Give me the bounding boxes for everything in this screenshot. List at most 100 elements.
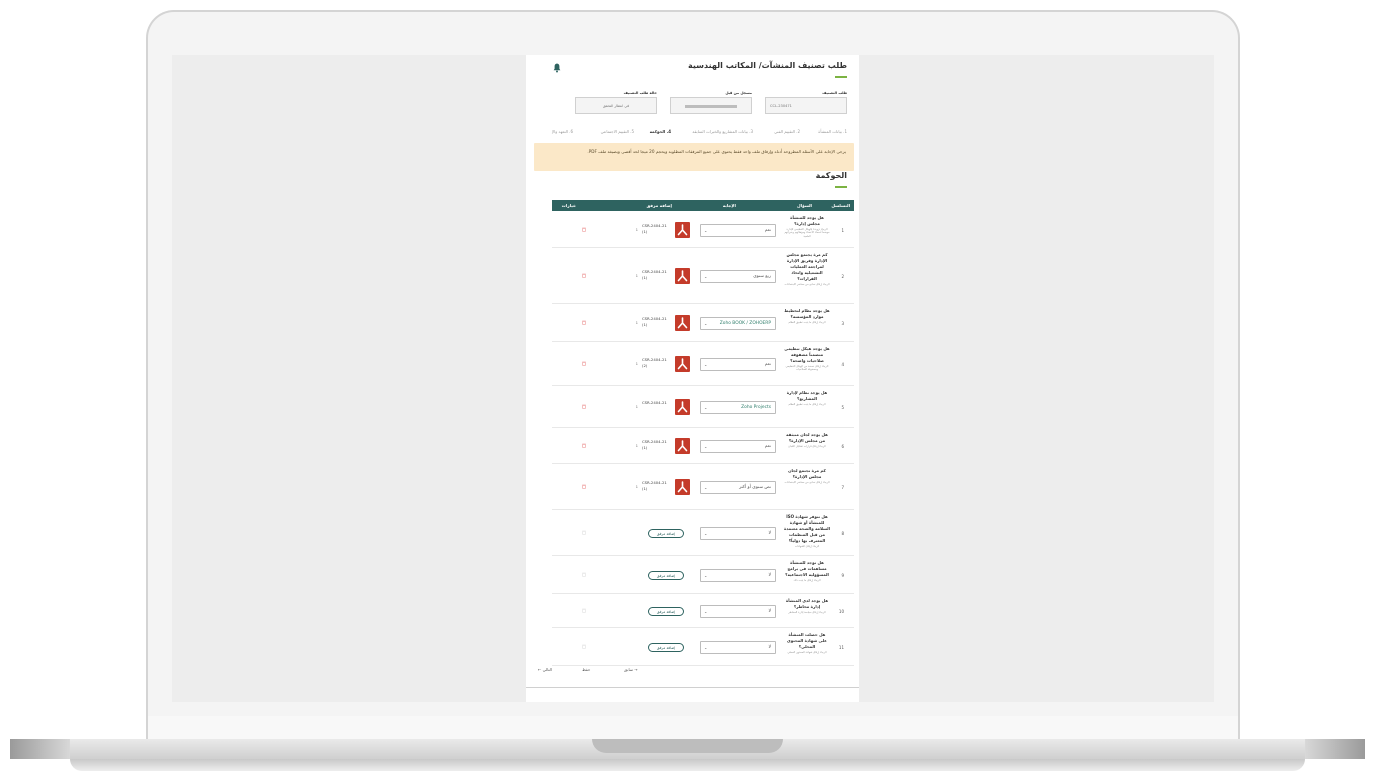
prev-button[interactable]: → سابق (624, 667, 638, 672)
add-attachment-button[interactable]: إضافة مرفق (648, 607, 684, 616)
pdf-icon[interactable] (675, 268, 690, 284)
question-title: هل يوجد لدى المنشأة إدارة مخاطر؟ (785, 598, 829, 609)
question-title: كم مرة يجتمع مجلس الإدارة وفريق الإدارة … (786, 252, 828, 281)
row-sequence: 2 (841, 274, 844, 279)
tab-step-5[interactable]: 5. التقييم الاجتماعي (601, 129, 634, 134)
question-title: كم مرة تجتمع لجان مجلس الإدارة؟ (788, 468, 826, 479)
chevron-down-icon: ⌄ (704, 405, 708, 410)
form-footer: → سابق حفظ التالي ← (538, 666, 648, 676)
question-title: هل يوجد نظام لتخطيط موارد المؤسسة؟ (784, 308, 830, 319)
question-title: هل يوجد لجان منبثقة من مجلس الإدارة؟ (786, 432, 828, 443)
question-hint: الرجاء إرفاق ما يثبت تطبيق النظام (788, 403, 826, 406)
trash-icon (582, 530, 586, 535)
answer-select[interactable]: ربع سنوي ⌄ (700, 270, 776, 283)
field-request-status: حالة طلب التصنيف في انتظار التحقق (575, 91, 657, 114)
laptop-notch (592, 739, 783, 753)
question-title: هل يوجد للمنشأة مجلس إدارة؟ (790, 215, 824, 226)
pdf-icon[interactable] (675, 438, 690, 454)
next-button[interactable]: التالي ← (538, 667, 552, 672)
pdf-icon[interactable] (675, 356, 690, 372)
table-row: 2 كم مرة يجتمع مجلس الإدارة وفريق الإدارة… (552, 248, 854, 304)
field-label: حالة طلب التصنيف (623, 91, 657, 95)
file-name: CSR-2404-21 (2) (642, 357, 667, 368)
row-question: هل تتوفر شهادة ISO للمنشأة أو شهادة السل… (784, 514, 830, 548)
row-question: كم مرة يجتمع مجلس الإدارة وفريق الإدارة … (784, 252, 830, 286)
file-count: 1 (635, 361, 638, 366)
file-count: 1 (635, 320, 638, 325)
row-question: هل يوجد لجان منبثقة من مجلس الإدارة؟ الرج… (784, 432, 830, 448)
attachment[interactable]: CSR-2404-21 1 (636, 399, 690, 415)
question-hint: الرجاء إرفاق نماذج من محاضر الاجتماعات (784, 481, 830, 484)
trash-icon[interactable] (582, 361, 586, 366)
save-button[interactable]: حفظ (582, 667, 590, 672)
table-row: 11 هل حصلت المنشأة على شهادة المحتوى المح… (552, 628, 854, 666)
attachment[interactable]: CSR-2404-21 (1) 1 (636, 222, 690, 238)
tab-step-6[interactable]: 6. التعهد والإ (552, 129, 573, 134)
file-count: 1 (635, 227, 638, 232)
answer-select[interactable]: Zoho Projects ⌄ (700, 401, 776, 414)
trash-icon (582, 608, 586, 613)
pdf-icon[interactable] (675, 222, 690, 238)
file-count: 1 (635, 404, 638, 409)
answer-select[interactable]: نعم ⌄ (700, 358, 776, 371)
trash-icon[interactable] (582, 404, 586, 409)
add-attachment-button[interactable]: إضافة مرفق (648, 571, 684, 580)
table-row: 5 هل يوجد نظام لإدارة المشاريع؟ الرجاء إرف… (552, 386, 854, 428)
answer-value: نص سنوي أو أكثر (739, 485, 771, 490)
row-question: هل يوجد هيكل تنظيمي متضمناً مصفوفة صلاحي… (784, 346, 830, 372)
chevron-down-icon: ⌄ (704, 274, 708, 279)
field-request-number: طلب التصنيف CCL-230471 (765, 91, 847, 114)
answer-select[interactable]: نص سنوي أو أكثر ⌄ (700, 481, 776, 494)
row-sequence: 1 (841, 228, 844, 233)
request-status-value: في انتظار التحقق (575, 97, 657, 114)
answer-select[interactable]: Zoho BOOK / ZOHOERP ⌄ (700, 317, 776, 330)
attachment[interactable]: CSR-2404-21 (1) 1 (636, 315, 690, 331)
question-hint: الرجاء إرفاق نسخة من الهيكل التنظيمي ومص… (785, 365, 829, 372)
question-title: هل توجد للمنشأة مساهمات في برامج المسؤول… (785, 560, 829, 577)
request-fields: طلب التصنيف CCL-230471 مسجل من قبل حالة … (575, 91, 847, 117)
answer-select[interactable]: لا ⌄ (700, 605, 776, 618)
row-question: هل حصلت المنشأة على شهادة المحتوى المحلي… (784, 632, 830, 654)
trash-icon[interactable] (582, 227, 586, 232)
pdf-icon[interactable] (675, 399, 690, 415)
trash-icon[interactable] (582, 273, 586, 278)
row-sequence: 3 (841, 321, 844, 326)
answer-select[interactable]: لا ⌄ (700, 527, 776, 540)
trash-icon[interactable] (582, 484, 586, 489)
bell-icon[interactable] (553, 63, 561, 73)
field-registered-by: مسجل من قبل (670, 91, 752, 114)
divider (526, 687, 859, 688)
row-sequence: 4 (841, 362, 844, 367)
registered-by-value (670, 97, 752, 114)
chevron-down-icon: ⌄ (704, 362, 708, 367)
trash-icon[interactable] (582, 320, 586, 325)
attachment[interactable]: CSR-2404-21 (1) 1 (636, 268, 690, 284)
file-name: CSR-2404-21 (1) (642, 269, 667, 280)
answer-value: لا (768, 531, 771, 536)
pdf-icon[interactable] (675, 315, 690, 331)
answer-select[interactable]: نعم ⌄ (700, 224, 776, 237)
attachment[interactable]: CSR-2404-21 (1) 1 (636, 438, 690, 454)
answer-value: لا (768, 609, 771, 614)
tab-step-2[interactable]: 2. التقييم الفني (774, 129, 800, 134)
answer-value: لا (768, 645, 771, 650)
answer-select[interactable]: نعم ⌄ (700, 440, 776, 453)
attachment[interactable]: CSR-2404-21 (2) 1 (636, 356, 690, 372)
application-page: طلب تصنيف المنشآت/ المكاتب الهندسية طلب … (526, 55, 859, 702)
tab-step-1[interactable]: 1. بيانات المنشأة (818, 129, 847, 134)
question-hint: الرجاء إرفاق قرارات تشكيل اللجان (788, 445, 826, 448)
add-attachment-button[interactable]: إضافة مرفق (648, 643, 684, 652)
tab-step-3[interactable]: 3. بيانات المشاريع والخبرات السابقة (692, 129, 753, 134)
answer-value: Zoho BOOK / ZOHOERP (719, 321, 771, 326)
trash-icon[interactable] (582, 443, 586, 448)
answer-select[interactable]: لا ⌄ (700, 569, 776, 582)
question-hint: الرجاء إرفاق شهادة المحتوى المحلي (787, 651, 827, 654)
row-question: هل يوجد للمنشأة مجلس إدارة؟ الرجاء تزويدن… (784, 215, 830, 238)
tab-step-4[interactable]: 4. الحوكمة (650, 129, 671, 134)
question-hint: الرجاء إرفاق الشهادات (794, 545, 820, 548)
laptop-base-edge-right (1305, 739, 1365, 759)
pdf-icon[interactable] (675, 479, 690, 495)
answer-select[interactable]: لا ⌄ (700, 641, 776, 654)
attachment[interactable]: CSR-2404-21 (1) 1 (636, 479, 690, 495)
add-attachment-button[interactable]: إضافة مرفق (648, 529, 684, 538)
